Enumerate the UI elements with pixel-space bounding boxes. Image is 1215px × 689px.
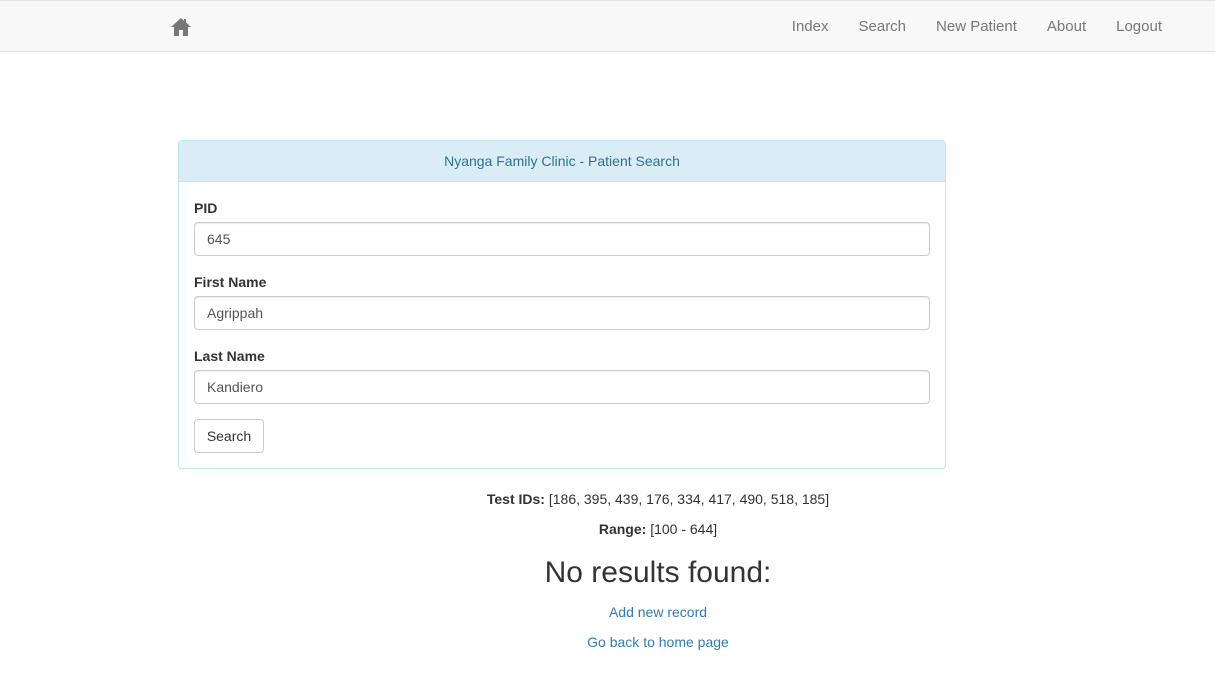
last-name-input[interactable] bbox=[194, 370, 930, 404]
last-name-label: Last Name bbox=[194, 348, 265, 364]
nav-menu: Index Search New Patient About Logout bbox=[762, 1, 1162, 51]
nav-item-new-patient[interactable]: New Patient bbox=[936, 18, 1017, 35]
pid-input[interactable] bbox=[194, 222, 930, 256]
home-page-line: Go back to home page bbox=[0, 634, 1215, 650]
first-name-label: First Name bbox=[194, 274, 267, 290]
range-line: Range: [100 - 644] bbox=[0, 521, 1215, 537]
nav-item-search[interactable]: Search bbox=[859, 18, 907, 35]
patient-search-panel: Nyanga Family Clinic - Patient Search PI… bbox=[178, 140, 946, 469]
nav-item-about[interactable]: About bbox=[1047, 18, 1086, 35]
pid-label: PID bbox=[194, 200, 218, 216]
no-results-heading: No results found: bbox=[544, 556, 772, 589]
test-ids-label: Test IDs: bbox=[486, 491, 545, 507]
nav-item-logout[interactable]: Logout bbox=[1116, 18, 1162, 35]
first-name-input[interactable] bbox=[194, 296, 930, 330]
navbar: Index Search New Patient About Logout bbox=[0, 0, 1215, 52]
go-home-link[interactable]: Go back to home page bbox=[587, 634, 729, 650]
nav-item-index[interactable]: Index bbox=[792, 18, 829, 35]
panel-heading: Nyanga Family Clinic - Patient Search bbox=[179, 141, 945, 182]
home-icon bbox=[171, 18, 191, 36]
add-new-record-link[interactable]: Add new record bbox=[609, 604, 707, 620]
range-label: Range: bbox=[598, 521, 647, 537]
test-ids-value: [186, 395, 439, 176, 334, 417, 490, 518,… bbox=[548, 491, 830, 507]
test-ids-line: Test IDs: [186, 395, 439, 176, 334, 417,… bbox=[0, 491, 1215, 507]
home-link[interactable] bbox=[170, 17, 192, 37]
add-record-line: Add new record bbox=[0, 604, 1215, 620]
search-button[interactable]: Search bbox=[194, 419, 264, 453]
range-value: [100 - 644] bbox=[650, 521, 718, 537]
